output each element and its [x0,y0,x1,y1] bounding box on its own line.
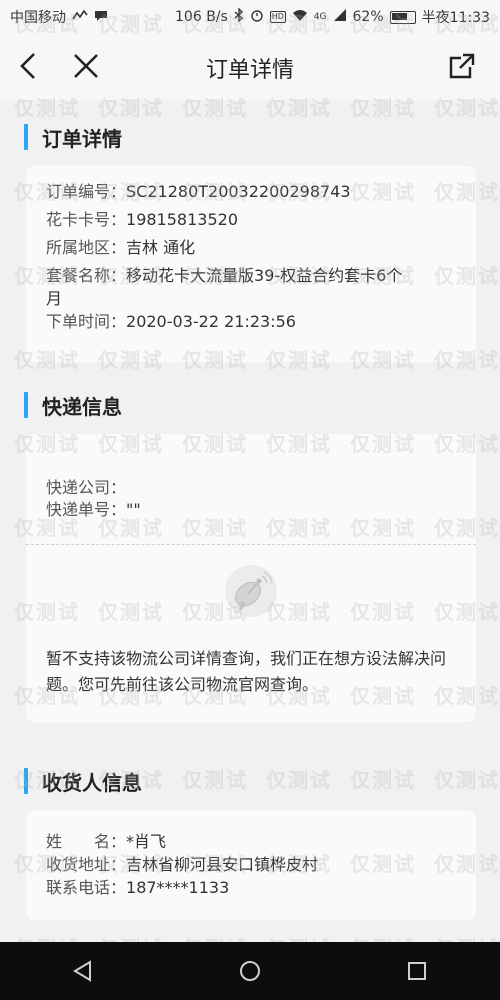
order-section-header: 订单详情 [24,122,122,152]
system-back-button[interactable] [63,951,103,991]
clock: 半夜11:33 [421,10,490,26]
share-icon [449,53,475,79]
receiver-name-label: 姓 名： [46,832,127,851]
card-number-row: 花卡卡号：19815813520 [46,208,462,231]
battery-icon [389,10,416,24]
watermark-text: 仅测试 [350,768,416,792]
section-accent-bar [24,768,28,794]
receiver-phone-row: 联系电话：187****1133 [46,876,462,899]
bluetooth-icon [234,7,244,26]
network-speed: 106 B/s [175,9,228,25]
tracking-number-label: 快递单号： [46,500,127,519]
plan-label: 套餐名称： [46,266,127,285]
nav-home-icon [239,961,260,981]
watermark-text: 仅测试 [434,768,500,792]
activity-icon [72,9,88,25]
tracking-number-row: 快递单号："" [46,498,462,521]
plan-value-continued: 月 [46,289,63,308]
express-company-label: 快递公司： [46,478,127,497]
order-time-label: 下单时间： [46,312,127,331]
receiver-name-value: *肖飞 [126,832,167,851]
order-number-label: 订单编号： [46,182,127,201]
hd-badge: HD [269,11,286,23]
order-time-value: 2020-03-22 21:23:56 [126,312,296,331]
signal-icon [333,9,347,25]
battery-percent: 62% [352,9,384,25]
card-number-label: 花卡卡号： [46,210,127,229]
order-card: 订单编号：SC21280T20032200298743 花卡卡号：1981581… [26,166,476,362]
nav-back-icon [73,960,92,982]
network-type: 4G [313,12,327,22]
receiver-address-value: 吉林省柳河县安口镇桦皮村 [126,855,319,874]
receiver-card: 姓 名：*肖飞 收货地址：吉林省柳河县安口镇桦皮村 联系电话：187****11… [26,810,476,920]
message-icon [94,9,108,25]
receiver-section-header: 收货人信息 [24,766,142,796]
card-number-value: 19815813520 [126,210,238,229]
order-section-title: 订单详情 [42,126,122,151]
watermark-text: 仅测试 [266,768,332,792]
system-nav-bar [0,942,500,1000]
order-time-row: 下单时间：2020-03-22 21:23:56 [46,310,462,333]
dashed-divider [26,544,476,545]
region-label: 所属地区： [46,238,127,257]
watermark-text: 仅测试 [182,768,248,792]
region-row: 所属地区：吉林 通化 [46,236,462,259]
wifi-icon [292,9,308,25]
carrier-label: 中国移动 [10,10,66,26]
receiver-address-label: 收货地址： [46,855,127,874]
express-card: 快递公司： 快递单号："" 暂不支持该物流公司详情查询，我们正在想方设法解决问题… [26,434,476,722]
receiver-name-row: 姓 名：*肖飞 [46,830,462,853]
order-number-row: 订单编号：SC21280T20032200298743 [46,180,462,203]
section-accent-bar [24,392,28,418]
alarm-icon [250,8,264,26]
page-title: 订单详情 [205,58,294,83]
plan-value: 移动花卡大流量版39-权益合约套卡6个 [126,266,403,285]
system-home-button[interactable] [230,951,270,991]
section-accent-bar [24,124,28,150]
satellite-dish-icon [224,564,278,618]
plan-row: 套餐名称：移动花卡大流量版39-权益合约套卡6个 月 [46,264,462,310]
status-bar: 中国移动 106 B/s HD 4G 62% 半夜11:33 [0,0,500,34]
express-section-header: 快递信息 [24,390,122,420]
receiver-address-row: 收货地址：吉林省柳河县安口镇桦皮村 [46,853,462,876]
express-company-row: 快递公司： [46,476,462,499]
region-value: 吉林 通化 [126,238,196,257]
receiver-phone-label: 联系电话： [46,878,127,897]
nav-bar: 订单详情 [0,34,500,100]
system-recents-button[interactable] [397,951,437,991]
tracking-unsupported-notice: 暂不支持该物流公司详情查询，我们正在想方设法解决问题。您可先前往该公司物流官网查… [46,649,447,694]
express-section-title: 快递信息 [42,394,122,419]
receiver-section-title: 收货人信息 [42,770,142,795]
nav-recents-icon [407,962,426,980]
tracking-number-value: "" [126,500,141,519]
order-number-value: SC21280T20032200298743 [126,182,351,201]
receiver-phone-value: 187****1133 [126,878,230,897]
share-button[interactable] [442,46,482,86]
